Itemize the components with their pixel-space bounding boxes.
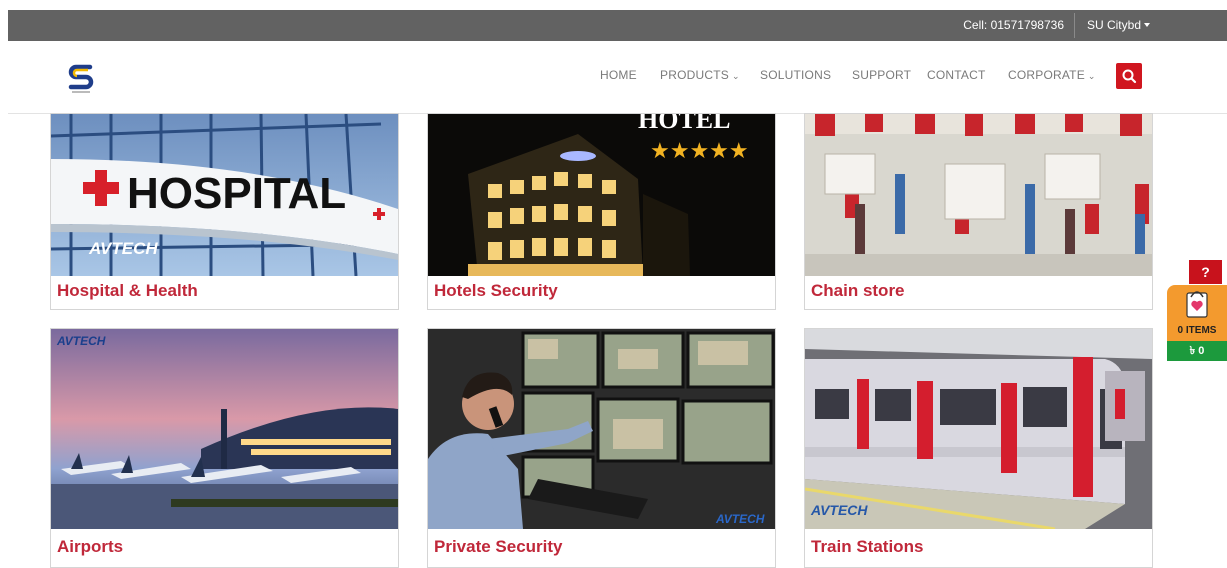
avtech-brand: AVTECH	[810, 502, 868, 518]
nav-home[interactable]: HOME	[600, 68, 637, 86]
phone-number: Cell: 01571798736	[963, 18, 1064, 32]
chevron-down-icon: ⌄	[1087, 71, 1096, 81]
cart-widget[interactable]: 0 ITEMS	[1167, 285, 1227, 341]
site-logo[interactable]	[66, 61, 96, 97]
nav-contact[interactable]: CONTACT	[927, 68, 986, 86]
solution-card-airports[interactable]: AVTECH Airports	[50, 328, 399, 568]
nav-solutions[interactable]: SOLUTIONS	[760, 68, 831, 86]
hotel-sign-text: HOTEL	[638, 114, 730, 134]
private-security-image: AVTECH	[428, 329, 775, 529]
cart-items-count: 0 ITEMS	[1177, 325, 1217, 336]
avtech-brand: AVTECH	[56, 334, 106, 348]
avtech-brand: AVTECH	[88, 239, 158, 258]
chevron-down-icon: ⌄	[731, 71, 740, 81]
search-icon	[1122, 69, 1137, 84]
solution-card-private-security[interactable]: AVTECH Private Security	[427, 328, 776, 568]
card-title[interactable]: Train Stations	[811, 537, 923, 557]
shopping-bag-icon	[1186, 291, 1208, 318]
hospital-sign-text: HOSPITAL	[127, 169, 346, 218]
train-station-image: AVTECH	[805, 329, 1152, 529]
hospital-image: HOSPITAL AVTECH	[51, 114, 398, 276]
solution-card-train-stations[interactable]: AVTECH Train Stations	[804, 328, 1153, 568]
solution-card-chain-store[interactable]: Chain store	[804, 113, 1153, 310]
solution-card-hospital[interactable]: HOSPITAL AVTECH Hospital & Health	[50, 113, 399, 310]
card-title[interactable]: Hospital & Health	[57, 281, 198, 301]
user-menu[interactable]: SU Citybd	[1087, 10, 1141, 41]
cart-total[interactable]: ৳ 0	[1167, 341, 1227, 361]
solution-card-hotels[interactable]: HOTEL ★★★★★ Hotels Security	[427, 113, 776, 310]
nav-products[interactable]: PRODUCTS ⌄	[660, 68, 740, 86]
help-button[interactable]: ?	[1189, 260, 1222, 284]
airport-image: AVTECH	[51, 329, 398, 529]
star-rating-icon: ★★★★★	[650, 139, 749, 164]
nav-corporate-label: CORPORATE	[1008, 68, 1085, 82]
hotel-image: HOTEL ★★★★★	[428, 114, 775, 276]
caret-down-icon[interactable]	[1144, 23, 1150, 27]
nav-support[interactable]: SUPPORT	[852, 68, 911, 86]
card-title[interactable]: Hotels Security	[434, 281, 558, 301]
chain-store-image	[805, 114, 1152, 276]
avtech-brand: AVTECH	[715, 512, 765, 526]
card-title[interactable]: Private Security	[434, 537, 563, 557]
nav-corporate[interactable]: CORPORATE ⌄	[1008, 68, 1096, 86]
divider	[1074, 13, 1075, 38]
top-bar: Cell: 01571798736 SU Citybd	[8, 10, 1227, 41]
card-title[interactable]: Airports	[57, 537, 123, 557]
card-title[interactable]: Chain store	[811, 281, 905, 301]
main-navbar: HOME PRODUCTS ⌄ SOLUTIONS SUPPORT CONTACT…	[8, 41, 1227, 114]
search-button[interactable]	[1116, 63, 1142, 89]
nav-products-label: PRODUCTS	[660, 68, 729, 82]
